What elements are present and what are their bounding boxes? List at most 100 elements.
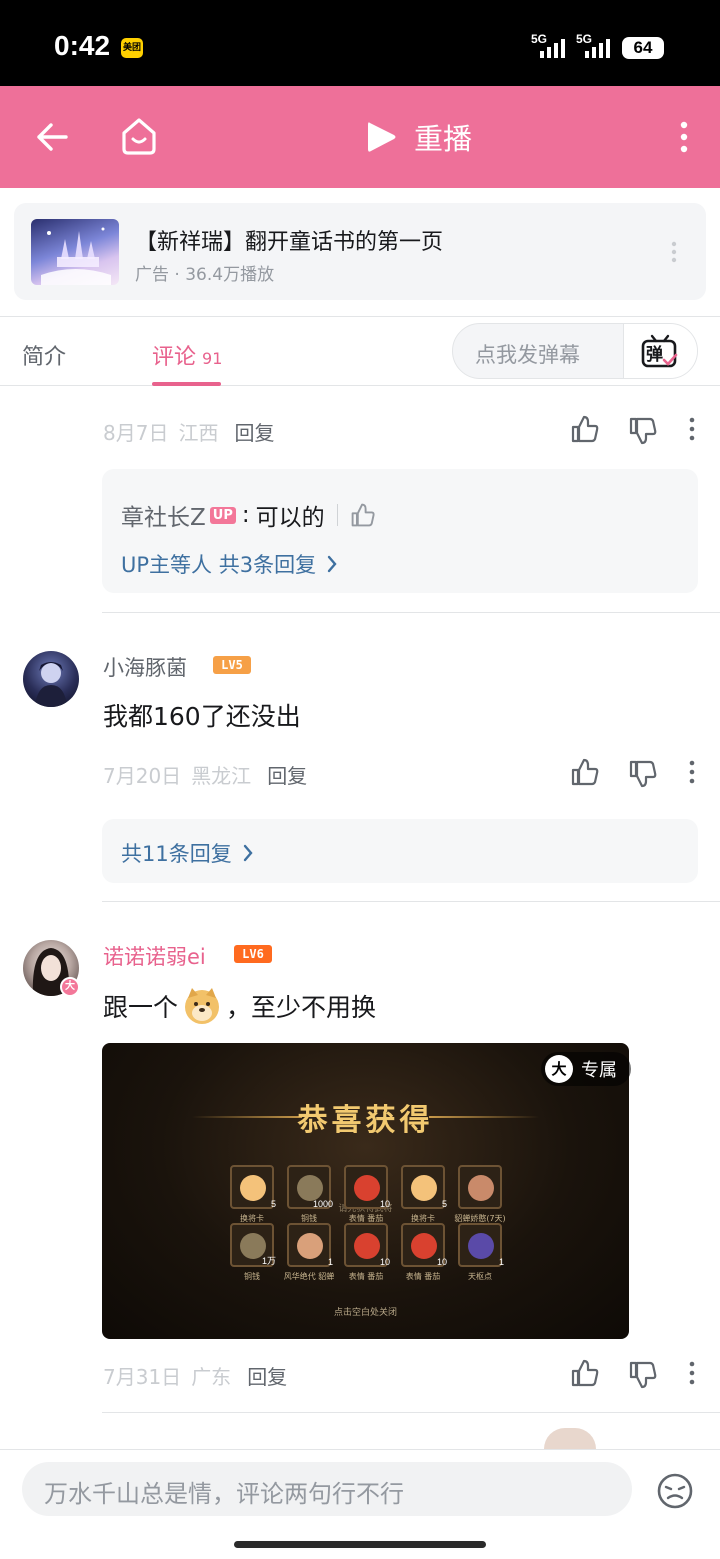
comment-text: 跟一个 ，至少不用换 [103, 986, 376, 1026]
danmaku-placeholder: 点我发弹幕 [475, 343, 580, 367]
comment-image[interactable]: 恭喜获得 请先获得武将 5 换将卡 1000 铜钱 10 表情 番茄 5 换将卡 貂蝉娇憨(7天… [102, 1043, 629, 1339]
ad-thumbnail [31, 219, 119, 285]
comment-meta: 7月31日 广东 回复 [103, 1361, 287, 1390]
status-time: 0:42 [54, 30, 111, 61]
view-more-replies-label: UP主等人 共3条回复 [121, 553, 317, 577]
level-badge: LV6 [234, 945, 272, 963]
comment-meta: 7月20日 黑龙江 回复 [103, 760, 307, 789]
reward-item-qty: 10 [379, 1257, 390, 1267]
comment-input-placeholder: 万水千山总是情，评论两句行不行 [44, 1480, 404, 1508]
reply-button[interactable]: 回复 [267, 760, 307, 789]
exclusive-badge-icon: 大 [545, 1055, 573, 1083]
reward-item: 10 [344, 1165, 390, 1209]
reward-item-icon [297, 1233, 323, 1259]
sub-reply-like-icon[interactable] [350, 502, 376, 528]
comment-more-icon[interactable] [687, 760, 697, 788]
reward-item: 1000 [287, 1165, 333, 1209]
ad-card[interactable]: 【新祥瑞】翻开童话书的第一页 广告 · 36.4万播放 [14, 203, 706, 300]
active-tab-indicator [152, 382, 221, 386]
comment-text: 我都160了还没出 [103, 702, 301, 731]
reward-item-qty: 10 [379, 1199, 390, 1209]
status-bar: 0:42 美团 5G 5G 64 [0, 0, 720, 86]
reward-item-icon [297, 1175, 323, 1201]
reward-item-icon [354, 1233, 380, 1259]
like-icon[interactable] [570, 757, 600, 791]
reward-item-name: 天枢点 [468, 1272, 492, 1281]
sub-reply-box[interactable]: 章社长Z UP : 可以的 UP主等人 共3条回复 [102, 469, 698, 593]
reply-button[interactable]: 回复 [247, 1361, 287, 1390]
view-more-replies-label: 共11条回复 [121, 842, 232, 866]
danmaku-toggle-button[interactable]: 弹 [623, 324, 697, 378]
reward-item [458, 1165, 502, 1209]
home-icon[interactable] [116, 112, 162, 160]
reward-item: 10 [401, 1223, 447, 1267]
replay-label: 重播 [414, 122, 473, 156]
comment-input[interactable]: 万水千山总是情，评论两句行不行 [22, 1462, 632, 1516]
back-arrow-icon[interactable] [30, 116, 74, 158]
game-reward-title: 恭喜获得 [297, 1103, 434, 1138]
ad-meta: 广告 · 36.4万播放 [135, 265, 275, 285]
reward-item-icon [354, 1175, 380, 1201]
reward-item-icon [468, 1175, 494, 1201]
signal-bars-icon [540, 39, 565, 58]
comment-location: 广东 [191, 1365, 232, 1389]
comment-text-before: 跟一个 [103, 993, 179, 1022]
dislike-icon[interactable] [628, 1360, 658, 1394]
reward-item-qty: 1 [327, 1257, 333, 1267]
video-header-bar [0, 86, 720, 188]
comment-divider [102, 612, 720, 613]
sub-reply-user[interactable]: 章社长Z [121, 498, 206, 532]
exclusive-badge: 大 专属 [541, 1052, 631, 1086]
comment-divider [102, 1412, 720, 1413]
reward-item: 1万 [230, 1223, 276, 1267]
comment-username[interactable]: 诺诺诺弱ei [103, 941, 206, 971]
comment-location: 江西 [178, 421, 219, 445]
reward-item-icon [411, 1175, 437, 1201]
reward-item: 1 [287, 1223, 333, 1267]
tab-comments-label: 评论 [152, 345, 197, 370]
replay-button[interactable]: 重播 [364, 117, 472, 157]
comment-username[interactable]: 小海豚菌 [103, 652, 187, 682]
reply-button[interactable]: 回复 [234, 417, 274, 446]
comment-text-after: ，至少不用换 [226, 993, 377, 1022]
reward-item-qty: 1万 [261, 1256, 276, 1266]
danmaku-icon-text: 弹 [646, 345, 663, 365]
reward-item: 10 [344, 1223, 390, 1267]
reward-item-qty: 5 [441, 1199, 447, 1209]
tab-comments-count: 91 [202, 349, 223, 368]
reward-item-qty: 10 [436, 1257, 447, 1267]
sub-reply-divider [336, 504, 338, 526]
view-replies-box[interactable]: 共11条回复 [102, 819, 698, 883]
reward-item: 5 [401, 1165, 447, 1209]
home-indicator [234, 1541, 486, 1548]
next-comment-avatar [544, 1428, 596, 1449]
chevron-right-icon [243, 844, 253, 862]
comment-more-icon[interactable] [687, 417, 697, 445]
ad-more-icon[interactable] [668, 240, 680, 268]
up-badge: UP [209, 506, 236, 524]
chevron-right-icon [327, 555, 337, 573]
reward-item-icon [411, 1233, 437, 1259]
like-icon[interactable] [570, 414, 600, 448]
view-more-replies-link[interactable]: UP主等人 共3条回复 [121, 549, 338, 579]
reward-item: 1 [458, 1223, 504, 1267]
like-icon[interactable] [570, 1358, 600, 1392]
view-more-replies-link[interactable]: 共11条回复 [121, 838, 254, 868]
exclusive-badge-text: 专属 [581, 1060, 617, 1081]
reward-item-qty: 1 [498, 1257, 504, 1267]
reward-item: 5 [230, 1165, 276, 1209]
doge-emoji-icon [185, 988, 220, 1024]
game-close-hint: 点击空白处关闭 [333, 1308, 397, 1318]
tab-comments[interactable]: 评论 91 [152, 339, 222, 371]
dislike-icon[interactable] [628, 759, 658, 793]
avatar[interactable] [23, 651, 79, 707]
comment-more-icon[interactable] [687, 1361, 697, 1389]
more-vertical-icon[interactable] [670, 116, 698, 158]
vip-badge: 大 [60, 977, 80, 997]
dislike-icon[interactable] [628, 416, 658, 450]
danmaku-input[interactable]: 点我发弹幕 弹 [452, 323, 698, 379]
comment-date: 7月31日 [103, 1365, 182, 1389]
comment-top-meta: 8月7日 江西 回复 [103, 417, 274, 446]
tab-intro[interactable]: 简介 [22, 339, 66, 371]
emoji-icon[interactable] [656, 1472, 694, 1514]
